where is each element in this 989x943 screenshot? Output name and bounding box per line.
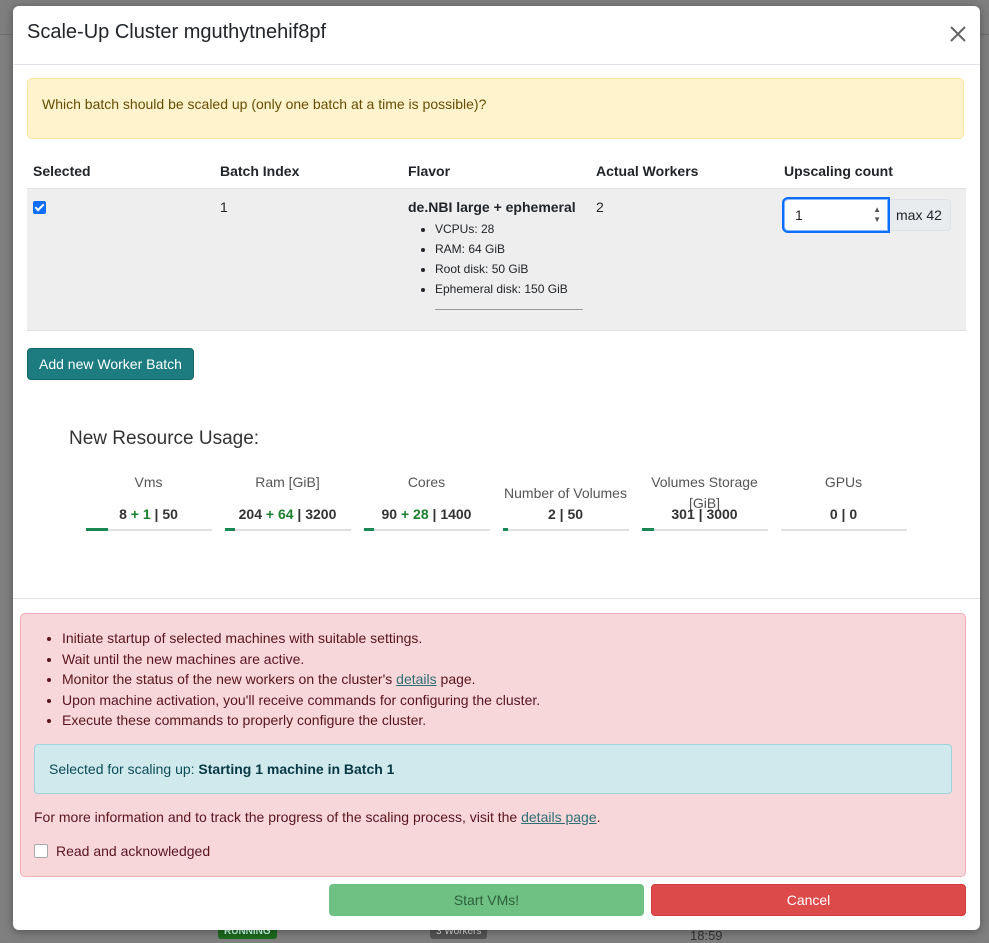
step-item: Execute these commands to properly confi… <box>62 710 965 731</box>
usage-plus: + 64 <box>265 506 294 522</box>
more-info-text: For more information and to track the pr… <box>34 809 601 825</box>
flavor-spec-ram: RAM: 64 GiB <box>435 239 584 259</box>
modal-header: Scale-Up Cluster mguthytnehif8pf <box>13 6 980 65</box>
usage-bar <box>85 528 212 531</box>
usage-bar-fill <box>363 528 374 531</box>
max-count-label: max 42 <box>888 199 951 231</box>
header-actual-workers: Actual Workers <box>590 154 778 189</box>
usage-bar <box>502 528 629 531</box>
usage-item: Volumes Storage [GiB] 301 | 3000 <box>635 472 774 531</box>
details-page-link[interactable]: details page <box>521 809 597 825</box>
resource-usage: Vms 8 + 1 | 50 Ram [GiB] 204 + 64 | 3200 Cor… <box>79 472 913 531</box>
selected-scaling-info: Selected for scaling up: Starting 1 mach… <box>34 744 952 794</box>
usage-bar-fill <box>85 528 109 531</box>
usage-limit: | 3000 <box>698 506 738 522</box>
flavor-divider <box>435 309 583 310</box>
usage-bar-fill <box>224 528 235 531</box>
usage-bar <box>641 528 768 531</box>
usage-item: GPUs 0 | 0 <box>774 472 913 531</box>
upscaling-count-value: 1 <box>795 207 803 223</box>
spin-down-icon[interactable]: ▼ <box>873 215 881 225</box>
usage-value: 90 + 28 | 1400 <box>357 506 496 522</box>
flavor-spec-ephemeral-disk: Ephemeral disk: 150 GiB <box>435 279 584 299</box>
number-spinner[interactable]: ▲ ▼ <box>873 205 881 225</box>
usage-bar <box>224 528 351 531</box>
step-item: Wait until the new machines are active. <box>62 649 965 670</box>
step-suffix: page. <box>440 671 476 687</box>
cell-actual-workers: 2 <box>590 188 778 331</box>
scaling-steps: Initiate startup of selected machines wi… <box>21 628 965 731</box>
usage-limit: | 3200 <box>297 506 337 522</box>
selected-prefix: Selected for scaling up: <box>49 761 199 777</box>
step-text: Monitor the status of the new workers on… <box>62 671 393 687</box>
batch-select-checkbox[interactable] <box>33 201 46 214</box>
usage-plus: + 28 <box>400 506 429 522</box>
flavor-name: de.NBI large + ephemeral <box>408 199 576 215</box>
cell-selected <box>27 188 214 331</box>
usage-bar <box>363 528 490 531</box>
spin-up-icon[interactable]: ▲ <box>873 205 881 215</box>
usage-value: 8 + 1 | 50 <box>79 506 218 522</box>
usage-item: Number of Volumes 2 | 50 <box>496 472 635 531</box>
scale-up-modal: Scale-Up Cluster mguthytnehif8pf Which b… <box>13 6 980 930</box>
usage-limit: | 50 <box>154 506 178 522</box>
close-icon <box>950 26 966 42</box>
modal-title: Scale-Up Cluster mguthytnehif8pf <box>27 21 327 43</box>
usage-current: 301 <box>671 506 695 522</box>
table-header-row: Selected Batch Index Flavor Actual Worke… <box>27 154 966 189</box>
selected-value: Starting 1 machine in Batch 1 <box>198 761 395 777</box>
flavor-spec-vcpus: VCPUs: 28 <box>435 219 584 239</box>
step-item: Initiate startup of selected machines wi… <box>62 628 965 649</box>
usage-current: 204 <box>238 506 262 522</box>
upscaling-count-input[interactable]: 1 ▲ ▼ <box>784 199 888 231</box>
flavor-specs: VCPUs: 28 RAM: 64 GiB Root disk: 50 GiB … <box>408 219 584 299</box>
cancel-button[interactable]: Cancel <box>651 884 966 916</box>
header-selected: Selected <box>27 154 214 189</box>
usage-bar-fill <box>502 528 508 531</box>
step-item: Upon machine activation, you'll receive … <box>62 690 965 711</box>
header-batch-index: Batch Index <box>214 154 402 189</box>
batch-table: Selected Batch Index Flavor Actual Worke… <box>27 154 966 331</box>
flavor-spec-root-disk: Root disk: 50 GiB <box>435 259 584 279</box>
usage-value: 204 + 64 | 3200 <box>218 506 357 522</box>
header-upscaling-count: Upscaling count <box>778 154 966 189</box>
start-vms-button[interactable]: Start VMs! <box>329 884 644 916</box>
cell-batch-index: 1 <box>214 188 402 331</box>
usage-item: Vms 8 + 1 | 50 <box>79 472 218 531</box>
usage-limit: | 1400 <box>432 506 472 522</box>
add-worker-batch-button[interactable]: Add new Worker Batch <box>27 348 194 380</box>
usage-value: 0 | 0 <box>774 506 913 522</box>
modal-body-divider <box>13 598 980 599</box>
usage-bar-fill <box>641 528 655 531</box>
acknowledge-row[interactable]: Read and acknowledged <box>34 843 210 859</box>
step-item: Monitor the status of the new workers on… <box>62 669 965 690</box>
usage-current: 2 <box>547 506 556 522</box>
usage-current: 8 <box>119 506 127 522</box>
scaling-info-alert: Initiate startup of selected machines wi… <box>20 613 966 877</box>
usage-current: 0 <box>829 506 838 522</box>
usage-current: 90 <box>381 506 398 522</box>
usage-value: 2 | 50 <box>496 506 635 522</box>
cell-upscaling-count: 1 ▲ ▼ max 42 <box>778 188 966 331</box>
resource-usage-title: New Resource Usage: <box>69 428 260 449</box>
details-link[interactable]: details <box>396 671 436 687</box>
batch-warning: Which batch should be scaled up (only on… <box>27 78 964 139</box>
usage-item: Cores 90 + 28 | 1400 <box>357 472 496 531</box>
header-flavor: Flavor <box>402 154 590 189</box>
acknowledge-checkbox[interactable] <box>34 844 48 858</box>
usage-item: Ram [GiB] 204 + 64 | 3200 <box>218 472 357 531</box>
usage-bar <box>780 529 907 531</box>
more-info-prefix: For more information and to track the pr… <box>34 809 518 825</box>
table-row: 1 de.NBI large + ephemeral VCPUs: 28 RAM… <box>27 188 966 331</box>
close-button[interactable] <box>946 22 970 46</box>
cell-flavor: de.NBI large + ephemeral VCPUs: 28 RAM: … <box>402 188 590 331</box>
usage-limit: | 50 <box>559 506 584 522</box>
upscaling-input-group: 1 ▲ ▼ max 42 <box>784 199 960 231</box>
usage-plus: + 1 <box>130 506 151 522</box>
usage-limit: | 0 <box>841 506 858 522</box>
background-time: 18:59 <box>690 928 723 943</box>
acknowledge-label[interactable]: Read and acknowledged <box>56 843 210 859</box>
